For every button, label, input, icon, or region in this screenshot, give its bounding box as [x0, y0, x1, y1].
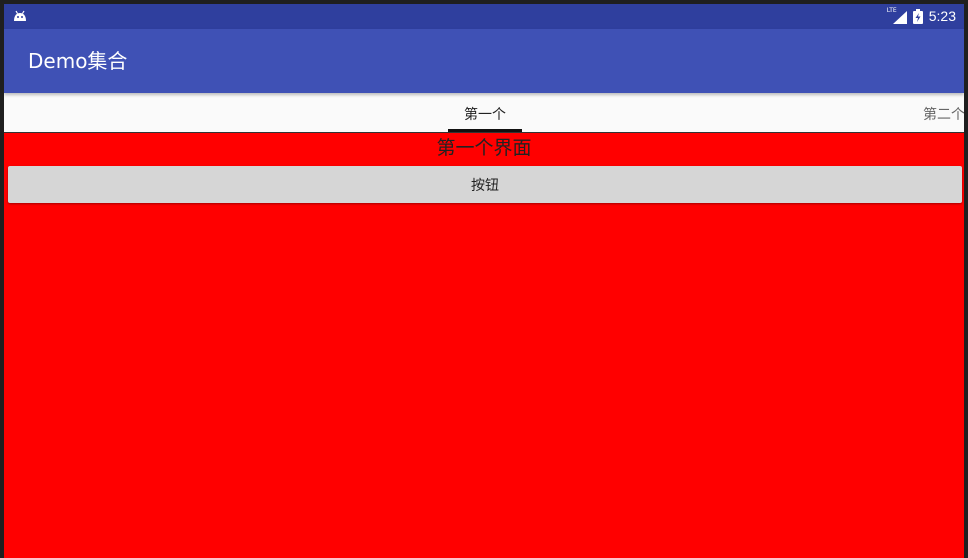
page-heading: 第一个界面 [436, 137, 532, 159]
signal-icon [892, 10, 907, 24]
app-title: Demo集合 [28, 49, 128, 73]
app-window: LTE 5:23 Demo集合 第一个 第二个 第一个界面 按钮 [4, 4, 964, 558]
status-icons: LTE 5:23 [887, 4, 956, 29]
tab-bar: 第一个 第二个 [4, 93, 964, 133]
status-bar: LTE 5:23 [4, 4, 964, 29]
tab-first[interactable]: 第一个 [448, 93, 522, 132]
app-bar: Demo集合 [4, 29, 964, 93]
tab-indicator [448, 129, 522, 132]
status-clock: 5:23 [928, 8, 956, 24]
battery-charging-icon [912, 9, 923, 24]
tab-second[interactable]: 第二个 [910, 93, 964, 132]
action-button[interactable]: 按钮 [8, 166, 962, 203]
page-content: 第一个界面 按钮 [4, 133, 964, 558]
android-icon [14, 10, 26, 21]
network-indicator: LTE [887, 7, 907, 24]
